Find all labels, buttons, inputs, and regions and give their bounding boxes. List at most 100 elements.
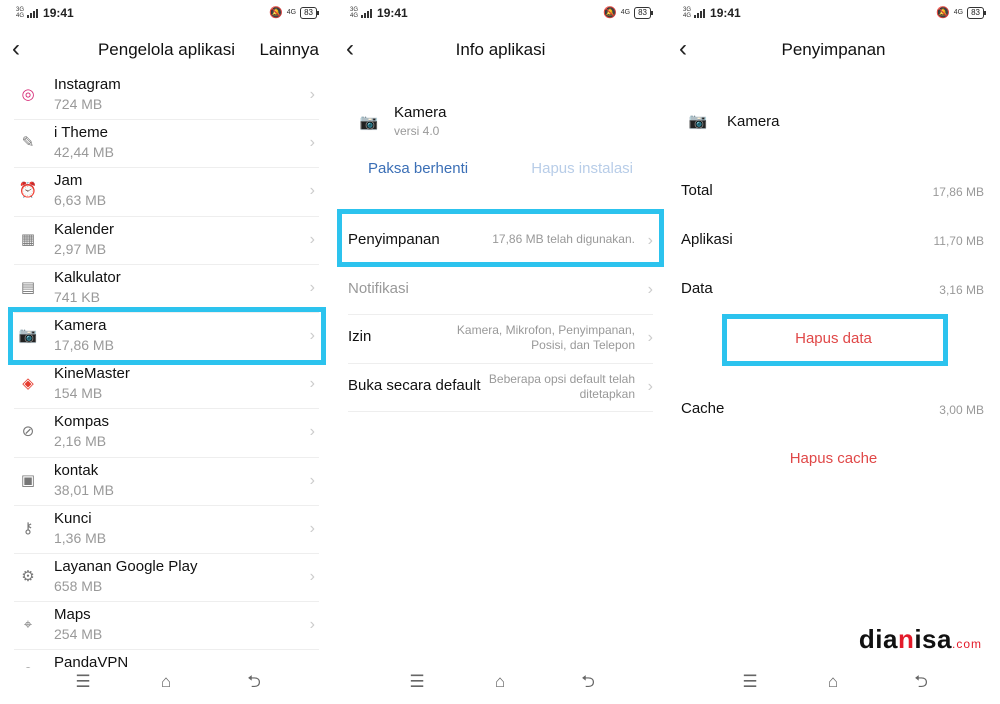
instagram-icon: ◎ xyxy=(21,86,35,103)
lte-indicator: 4G xyxy=(953,9,964,16)
battery-icon: 83 xyxy=(300,6,319,19)
chevron-right-icon: › xyxy=(309,230,315,248)
status-time: 19:41 xyxy=(710,6,741,20)
cache-row: Cache 3,00 MB xyxy=(681,396,986,426)
app-name: Jam xyxy=(54,172,83,190)
app-name: Layanan Google Play xyxy=(54,557,198,575)
app-list-item[interactable]: ⚙ Layanan Google Play 658 MB › xyxy=(14,554,319,603)
chevron-right-icon: › xyxy=(309,375,315,393)
app-list-item[interactable]: ◎ Instagram 724 MB › xyxy=(14,72,319,121)
chevron-right-icon: › xyxy=(309,423,315,441)
cache-label: Cache xyxy=(681,400,725,417)
back-nav-icon[interactable]: ⮌ xyxy=(243,672,265,692)
app-list-item[interactable]: ⊘ Kompas 2,16 MB › xyxy=(14,409,319,458)
home-icon[interactable]: ⌂ xyxy=(155,672,177,692)
mute-icon: 🔕 xyxy=(603,7,617,19)
app-name: Kalender xyxy=(54,220,115,238)
more-button[interactable]: Lainnya xyxy=(259,40,319,60)
network-indicator: 3G 4G xyxy=(16,7,25,19)
app-list-item[interactable]: ⏰ Jam 6,63 MB › xyxy=(14,168,319,217)
chevron-right-icon: › xyxy=(309,567,315,585)
app-list-item[interactable]: ▣ kontak 38,01 MB › xyxy=(14,458,319,506)
signal-icon xyxy=(361,8,373,18)
app-info-screen: 3G 4G 19:41 🔕 4G 83 ‹ Info aplikasi 📷 Kam… xyxy=(334,0,667,704)
back-nav-icon[interactable]: ⮌ xyxy=(577,672,599,692)
app-version: versi 4.0 xyxy=(394,124,440,138)
app-size: 2,16 MB xyxy=(54,433,107,450)
app-name: Kamera xyxy=(394,104,447,121)
app-size-row: Aplikasi 11,70 MB xyxy=(681,227,986,257)
permissions-label: Izin xyxy=(348,328,372,345)
chevron-right-icon: › xyxy=(309,86,315,103)
chevron-right-icon: › xyxy=(647,280,653,298)
app-list-item[interactable]: ◈ KineMaster 154 MB › xyxy=(14,361,319,410)
app-name: Instagram xyxy=(54,76,121,93)
app-size: 254 MB xyxy=(54,626,103,643)
uninstall-button[interactable]: Hapus instalasi xyxy=(531,160,633,177)
contacts-icon: ▣ xyxy=(20,471,36,489)
status-bar: 3G 4G 19:41 🔕 4G 83 xyxy=(350,4,653,22)
back-nav-icon[interactable]: ⮌ xyxy=(910,672,932,692)
home-icon[interactable]: ⌂ xyxy=(489,672,511,692)
chevron-right-icon: › xyxy=(647,329,653,346)
permissions-item[interactable]: Izin Kamera, Mikrofon, Penyimpanan, Posi… xyxy=(348,315,653,364)
open-by-default-item[interactable]: Buka secara default Beberapa opsi defaul… xyxy=(348,364,653,412)
app-list-item[interactable]: ▤ Kalkulator 741 KB › xyxy=(14,265,319,313)
chevron-right-icon: › xyxy=(309,616,315,634)
app-name: Kunci xyxy=(54,509,92,527)
data-value: 3,16 MB xyxy=(939,283,984,297)
watermark-logo: dianisa.com xyxy=(858,624,982,654)
chevron-right-icon: › xyxy=(309,519,315,537)
home-icon[interactable]: ⌂ xyxy=(822,672,844,692)
app-list-item[interactable]: ◍ PandaVPN › xyxy=(14,650,319,668)
camera-icon: 📷 xyxy=(688,113,708,130)
app-size: 42,44 MB xyxy=(54,144,114,161)
app-list: ◎ Instagram 724 MB › ✎ i Theme 42,44 MB › ⏰ Jam 6,… xyxy=(0,72,333,668)
app-list-item[interactable]: ⚷ Kunci 1,36 MB › xyxy=(14,506,319,554)
clear-cache-button[interactable]: Hapus cache xyxy=(667,450,1000,467)
battery-icon: 83 xyxy=(967,6,986,19)
highlight-kamera xyxy=(8,307,326,365)
app-size: 154 MB xyxy=(54,385,103,402)
chevron-right-icon: › xyxy=(309,182,315,200)
lte-indicator: 4G xyxy=(620,9,631,16)
top-bar: ‹ Pengelola aplikasi Lainnya xyxy=(0,36,333,64)
page-title: Penyimpanan xyxy=(781,40,886,59)
vpn-icon: ◍ xyxy=(18,663,38,668)
calendar-icon: ▦ xyxy=(20,230,36,248)
app-name: Maps xyxy=(54,606,91,624)
lte-indicator: 4G xyxy=(286,9,297,16)
calculator-icon: ▤ xyxy=(20,278,36,296)
status-bar: 3G 4G 19:41 🔕 4G 83 xyxy=(16,4,319,22)
notifications-item[interactable]: Notifikasi › xyxy=(348,267,653,315)
app-list-item[interactable]: ▦ Kalender 2,97 MB › xyxy=(14,217,319,265)
mute-icon: 🔕 xyxy=(936,7,950,19)
app-list-item[interactable]: ✎ i Theme 42,44 MB › xyxy=(14,120,319,169)
menu-icon[interactable]: ☰ xyxy=(406,672,428,692)
menu-icon[interactable]: ☰ xyxy=(72,672,94,692)
app-name: PandaVPN xyxy=(54,654,129,669)
app-list-item[interactable]: ⌖ Maps 254 MB › xyxy=(14,602,319,651)
chevron-right-icon: › xyxy=(310,664,315,668)
app-manager-screen: 3G 4G 19:41 🔕 4G 83 ‹ Pengelola aplikasi … xyxy=(0,0,333,704)
data-label: Data xyxy=(681,280,713,297)
cache-value: 3,00 MB xyxy=(939,403,984,417)
chevron-right-icon: › xyxy=(309,134,315,152)
highlight-storage xyxy=(337,209,664,267)
menu-icon[interactable]: ☰ xyxy=(739,672,761,692)
open-by-default-value: Beberapa opsi default telah ditetapkan xyxy=(488,371,635,401)
chevron-right-icon: › xyxy=(647,377,653,395)
top-bar: ‹ Penyimpanan xyxy=(667,36,1000,64)
app-size: 1,36 MB xyxy=(54,529,107,546)
alarm-clock-icon: ⏰ xyxy=(18,182,38,200)
storage-screen: 3G 4G 19:41 🔕 4G 83 ‹ Penyimpanan 📷 Kamer… xyxy=(667,0,1000,704)
nav-bar: ☰ ⌂ ⮌ xyxy=(334,672,667,692)
maps-icon: ⌖ xyxy=(23,616,33,634)
battery-icon: 83 xyxy=(634,6,653,19)
app-size-label: Aplikasi xyxy=(681,231,733,248)
app-actions: Paksa berhenti Hapus instalasi xyxy=(348,160,653,182)
app-size: 658 MB xyxy=(54,577,103,594)
app-name: kontak xyxy=(54,461,99,479)
force-stop-button[interactable]: Paksa berhenti xyxy=(368,160,468,177)
status-time: 19:41 xyxy=(43,6,74,20)
